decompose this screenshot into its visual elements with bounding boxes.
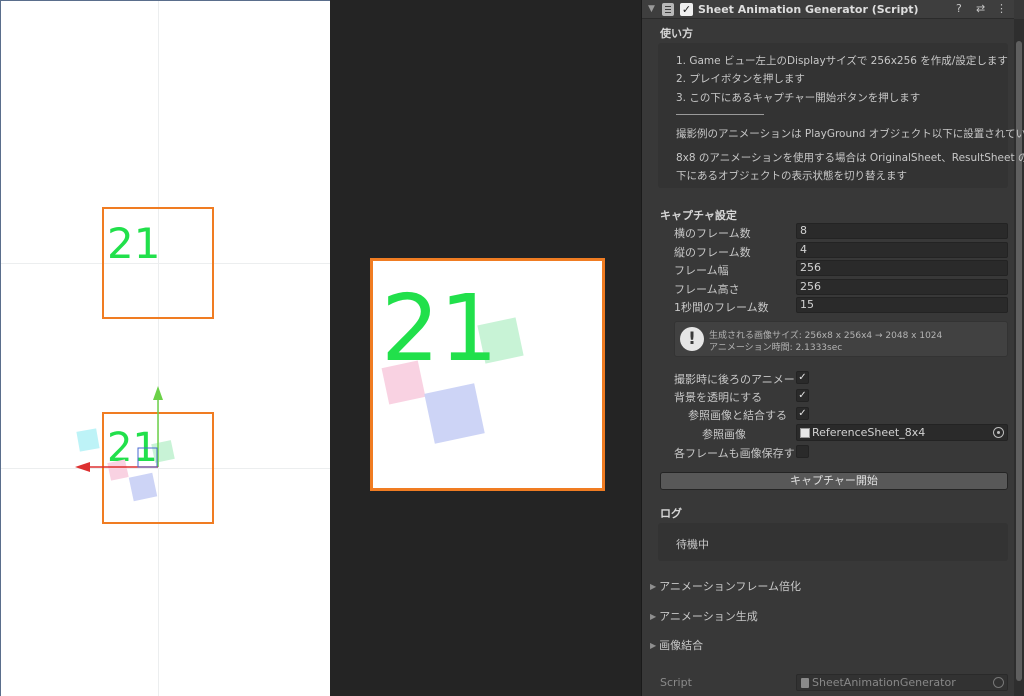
- field-label: フレーム高さ: [674, 283, 740, 296]
- warning-icon: !: [680, 327, 704, 351]
- foldout-animation-generate[interactable]: ▶ アニメーション生成: [650, 608, 758, 624]
- scene-view[interactable]: 21 21: [0, 0, 330, 696]
- info-helpbox: ! 生成される画像サイズ: 256x8 x 256x4 → 2048 x 102…: [674, 321, 1008, 357]
- log-box: 待機中: [658, 523, 1008, 561]
- transparent-background-toggle[interactable]: ✓: [796, 389, 809, 402]
- stop-background-animation-toggle[interactable]: ✓: [796, 371, 809, 384]
- object-picker-icon: [993, 677, 1004, 688]
- foldout-label: アニメーション生成: [659, 610, 758, 623]
- pink-square: [381, 360, 426, 405]
- columns-field[interactable]: 8: [796, 223, 1008, 239]
- log-heading: ログ: [660, 507, 682, 520]
- reference-image-label: 参照画像: [702, 428, 746, 441]
- toggle-label: 撮影時に後ろのアニメーションを止める: [674, 373, 794, 386]
- usage-heading: 使い方: [660, 27, 693, 40]
- game-view[interactable]: 21: [330, 0, 642, 696]
- component-enabled-toggle[interactable]: ✓: [680, 3, 693, 16]
- fps-field[interactable]: 15: [796, 297, 1008, 313]
- reference-image-field[interactable]: ReferenceSheet_8x4: [796, 424, 1008, 441]
- blue-square: [424, 383, 485, 444]
- fold-arrow-icon: ▶: [650, 612, 657, 621]
- capture-settings-heading: キャプチャ設定: [660, 209, 737, 222]
- frame-height-field[interactable]: 256: [796, 279, 1008, 295]
- combine-reference-toggle[interactable]: ✓: [796, 407, 809, 420]
- scrollbar[interactable]: [1014, 19, 1024, 696]
- field-label: 縦のフレーム数: [674, 246, 751, 259]
- toggle-label: 参照画像と結合する: [688, 409, 787, 422]
- script-field: SheetAnimationGenerator: [796, 674, 1008, 691]
- fold-arrow-icon: ▶: [650, 582, 657, 591]
- usage-line: 撮影例のアニメーションは PlayGround オブジェクト以下に設置されていま…: [676, 128, 1024, 140]
- fold-arrow-icon[interactable]: ▼: [648, 4, 655, 14]
- info-duration: アニメーション時間: 2.1333sec: [709, 343, 843, 353]
- usage-box: 1. Game ビュー左上のDisplayサイズで 256x256 を作成/設定…: [658, 43, 1024, 188]
- texture-icon: [800, 428, 810, 438]
- usage-separator: [676, 114, 764, 115]
- more-options-icon[interactable]: ⋮: [996, 2, 1007, 15]
- component-title: Sheet Animation Generator (Script): [698, 3, 919, 16]
- foldout-image-combine[interactable]: ▶ 画像結合: [650, 637, 703, 653]
- toggle-label: 各フレームも画像保存する (: [674, 447, 794, 460]
- frame-width-field[interactable]: 256: [796, 260, 1008, 276]
- object-picker-icon[interactable]: [993, 427, 1004, 438]
- inspector-panel: ▼ ✓ Sheet Animation Generator (Script) ?…: [642, 0, 1024, 696]
- script-label: Script: [660, 676, 692, 689]
- rows-field[interactable]: 4: [796, 242, 1008, 258]
- foldout-frame-multiply[interactable]: ▶ アニメーションフレーム倍化: [650, 578, 801, 594]
- game-capture-frame: 21: [370, 258, 605, 491]
- usage-line: 下にあるオブジェクトの表示状態を切り替えます: [676, 170, 907, 182]
- foldout-label: 画像結合: [659, 639, 704, 652]
- usage-line: 2. プレイボタンを押します: [676, 73, 805, 85]
- usage-line: 3. この下にあるキャプチャー開始ボタンを押します: [676, 92, 921, 104]
- game-frame-number: 21: [381, 275, 499, 382]
- grid-line: [158, 1, 159, 696]
- fold-arrow-icon: ▶: [650, 641, 657, 650]
- component-header[interactable]: ▼ ✓ Sheet Animation Generator (Script) ?…: [642, 0, 1014, 19]
- field-label: 1秒間のフレーム数: [674, 301, 769, 314]
- preset-icon[interactable]: ⇄: [976, 2, 985, 15]
- script-icon: [662, 3, 674, 16]
- field-label: フレーム幅: [674, 264, 729, 277]
- reference-image-value: ReferenceSheet_8x4: [812, 426, 926, 439]
- scene-frame-number-top: 21: [107, 219, 161, 268]
- field-label: 横のフレーム数: [674, 227, 751, 240]
- foldout-label: アニメーションフレーム倍化: [659, 580, 802, 593]
- usage-line: 8x8 のアニメーションを使用する場合は OriginalSheet、Resul…: [676, 152, 1024, 164]
- start-capture-button[interactable]: キャプチャー開始: [660, 472, 1008, 490]
- move-gizmo[interactable]: [71, 381, 171, 481]
- usage-line: 1. Game ビュー左上のDisplayサイズで 256x256 を作成/設定…: [676, 55, 1008, 67]
- help-icon[interactable]: ?: [956, 2, 962, 15]
- script-icon: [801, 678, 809, 688]
- toggle-label: 背景を透明にする: [674, 391, 763, 404]
- log-text: 待機中: [676, 538, 709, 551]
- script-value: SheetAnimationGenerator: [812, 676, 956, 689]
- save-each-frame-toggle[interactable]: [796, 445, 809, 458]
